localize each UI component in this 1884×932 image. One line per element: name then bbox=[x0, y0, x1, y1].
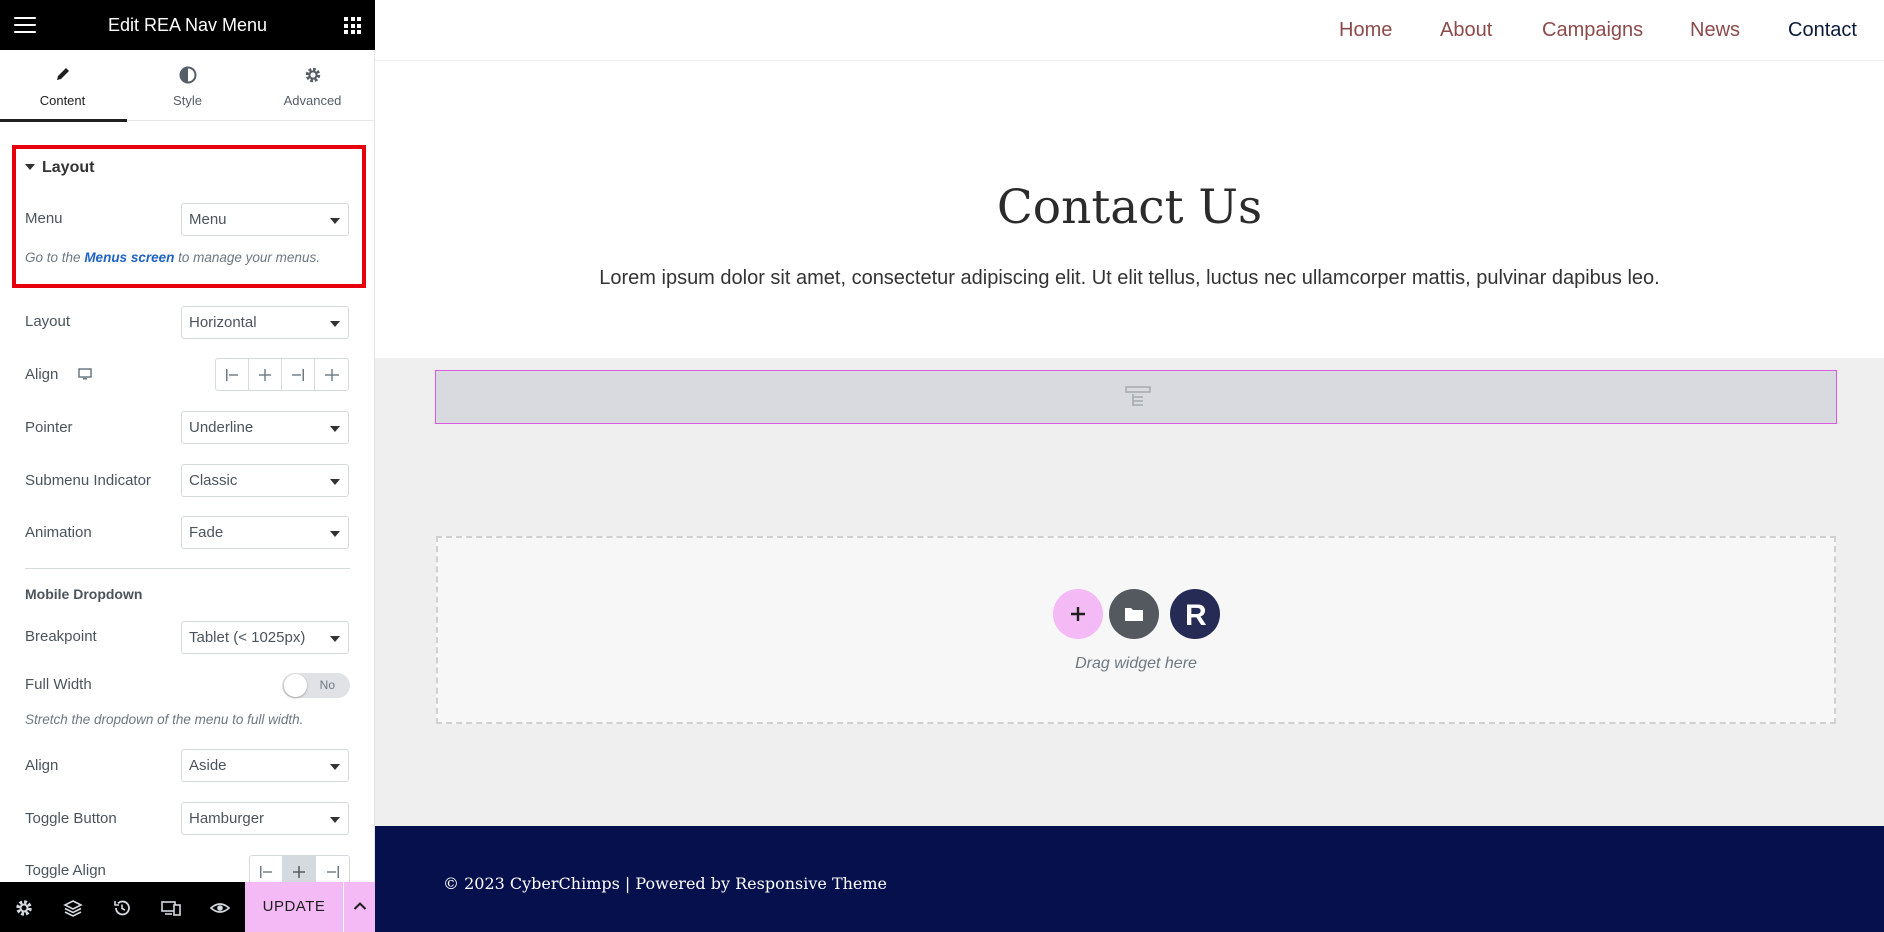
settings-icon[interactable] bbox=[13, 897, 35, 919]
align-justify-icon bbox=[324, 368, 339, 381]
align-center-icon bbox=[259, 368, 271, 381]
animation-label: Animation bbox=[25, 524, 92, 541]
desktop-icon[interactable] bbox=[78, 368, 92, 380]
menu-help-text: Go to the Menus screen to manage your me… bbox=[25, 250, 320, 265]
tab-advanced[interactable]: Advanced bbox=[250, 50, 375, 121]
align-right-icon bbox=[292, 368, 304, 381]
full-width-toggle-text: No bbox=[319, 678, 335, 692]
toggle-button-select[interactable]: Hamburger bbox=[181, 802, 349, 835]
tab-style-label: Style bbox=[173, 93, 202, 108]
layout-section-title: Layout bbox=[42, 159, 95, 176]
tab-advanced-label: Advanced bbox=[283, 93, 342, 108]
update-options-button[interactable] bbox=[343, 882, 375, 932]
drop-zone-text: Drag widget here bbox=[1075, 655, 1197, 672]
menu-label: Menu bbox=[25, 210, 63, 227]
chevron-up-icon bbox=[353, 902, 367, 910]
site-header: Home About Campaigns News Contact bbox=[375, 0, 1884, 61]
align-left-button[interactable] bbox=[216, 359, 249, 390]
hero-text: Lorem ipsum dolor sit amet, consectetur … bbox=[599, 267, 1660, 289]
nav-item-home[interactable]: Home bbox=[1339, 19, 1392, 42]
svg-text:R: R bbox=[1185, 599, 1207, 631]
menu-select[interactable]: Menu bbox=[181, 203, 349, 236]
align-justify-button[interactable] bbox=[315, 359, 348, 390]
responsive-addons-button[interactable]: R bbox=[1170, 589, 1220, 639]
nav-menu-widget-icon bbox=[1125, 386, 1151, 406]
responsive-icon[interactable] bbox=[160, 897, 182, 919]
full-width-toggle[interactable]: No bbox=[282, 673, 350, 698]
tab-content-label: Content bbox=[39, 93, 86, 108]
add-template-button[interactable] bbox=[1109, 589, 1159, 639]
submenu-indicator-select[interactable]: Classic bbox=[181, 464, 349, 497]
full-width-label: Full Width bbox=[25, 676, 92, 693]
drop-zone[interactable]: R Drag widget here bbox=[436, 536, 1836, 724]
menu-help-suffix: to manage your menus. bbox=[178, 250, 320, 265]
hero-title: Contact Us bbox=[996, 180, 1263, 235]
nav-item-campaigns[interactable]: Campaigns bbox=[1542, 19, 1643, 42]
plus-icon bbox=[1071, 607, 1085, 621]
toggle-knob bbox=[284, 674, 307, 697]
toggle-button-label: Toggle Button bbox=[25, 810, 117, 827]
mobile-dropdown-heading: Mobile Dropdown bbox=[25, 586, 143, 602]
section-divider bbox=[25, 568, 350, 569]
layout-select[interactable]: Horizontal bbox=[181, 306, 349, 339]
align-center-icon bbox=[293, 865, 305, 878]
footer-copyright: © 2023 CyberChimps | Powered by Responsi… bbox=[443, 874, 888, 893]
history-icon[interactable] bbox=[111, 897, 133, 919]
menu-help-prefix: Go to the bbox=[25, 250, 81, 265]
nav-item-about[interactable]: About bbox=[1440, 19, 1492, 42]
layout-section-toggle[interactable]: Layout bbox=[25, 159, 94, 177]
panel-tabs: Content Style Advanced bbox=[0, 50, 375, 122]
panel-title: Edit REA Nav Menu bbox=[107, 15, 268, 35]
align-right-icon bbox=[326, 865, 339, 878]
caret-down-icon bbox=[25, 164, 35, 170]
site-preview: Home About Campaigns News Contact Contac… bbox=[375, 0, 1884, 932]
add-section-button[interactable] bbox=[1053, 589, 1103, 639]
site-footer: © 2023 CyberChimps | Powered by Responsi… bbox=[375, 826, 1884, 932]
tab-style[interactable]: Style bbox=[125, 50, 250, 121]
align-left-icon bbox=[226, 368, 238, 381]
align-right-button[interactable] bbox=[282, 359, 315, 390]
animation-select[interactable]: Fade bbox=[181, 516, 349, 549]
menus-screen-link[interactable]: Menus screen bbox=[84, 250, 174, 265]
align-button-group bbox=[215, 358, 349, 391]
nav-item-contact[interactable]: Contact bbox=[1788, 19, 1857, 42]
elementor-editor: Edit REA Nav Menu Content Style Advanced… bbox=[0, 0, 1884, 932]
preview-eye-icon[interactable] bbox=[209, 897, 231, 919]
pointer-label: Pointer bbox=[25, 419, 73, 436]
mobile-align-label: Align bbox=[25, 757, 59, 774]
align-center-button[interactable] bbox=[249, 359, 282, 390]
pencil-icon bbox=[56, 68, 69, 80]
submenu-indicator-label: Submenu Indicator bbox=[25, 472, 151, 489]
gear-icon bbox=[305, 67, 320, 83]
nav-item-news[interactable]: News bbox=[1690, 19, 1740, 42]
folder-icon bbox=[1125, 608, 1143, 621]
breakpoint-select[interactable]: Tablet (< 1025px) bbox=[181, 621, 349, 654]
layers-icon[interactable] bbox=[62, 897, 84, 919]
tab-content[interactable]: Content bbox=[0, 50, 127, 122]
selected-nav-menu-widget[interactable] bbox=[435, 370, 1837, 424]
gray-section: R Drag widget here bbox=[375, 358, 1884, 826]
align-left-icon bbox=[260, 865, 272, 878]
layout-label: Layout bbox=[25, 313, 71, 330]
widgets-grid-icon[interactable] bbox=[344, 17, 361, 34]
pointer-select[interactable]: Underline bbox=[181, 411, 349, 444]
breakpoint-label: Breakpoint bbox=[25, 628, 97, 645]
editor-panel: Edit REA Nav Menu Content Style Advanced… bbox=[0, 0, 375, 932]
responsive-r-logo-icon: R bbox=[1185, 599, 1207, 631]
half-circle-icon bbox=[179, 66, 196, 84]
align-label: Align bbox=[25, 366, 59, 383]
mobile-align-select[interactable]: Aside bbox=[181, 749, 349, 782]
toggle-align-label: Toggle Align bbox=[25, 862, 106, 879]
full-width-help: Stretch the dropdown of the menu to full… bbox=[25, 712, 304, 727]
update-button[interactable]: UPDATE bbox=[245, 882, 343, 932]
panel-header: Edit REA Nav Menu bbox=[0, 0, 375, 50]
